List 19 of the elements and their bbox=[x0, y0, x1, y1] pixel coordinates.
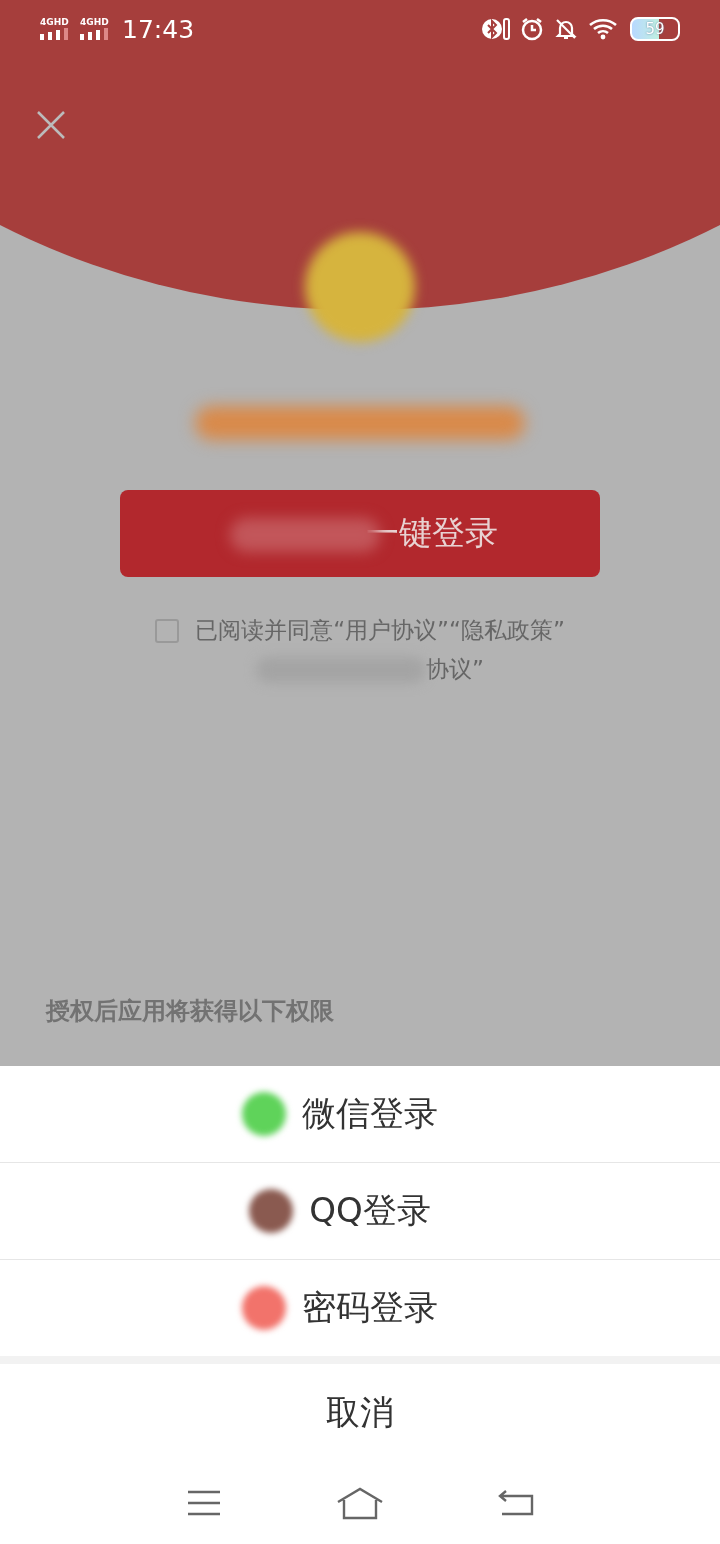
bluetooth-icon bbox=[482, 17, 510, 41]
back-icon[interactable] bbox=[497, 1487, 534, 1518]
signal-icon bbox=[40, 28, 70, 40]
agreement-text: 协议” bbox=[426, 655, 484, 684]
alarm-icon bbox=[520, 17, 544, 41]
close-icon[interactable] bbox=[36, 110, 66, 140]
one-click-login-button[interactable]: 一键登录 bbox=[120, 490, 600, 577]
signal-icon bbox=[80, 28, 110, 40]
agreement-text: 已阅读并同意“用户协议”“隐私政策” bbox=[195, 616, 565, 645]
clock-time: 17:43 bbox=[122, 14, 195, 44]
muted-bell-icon bbox=[554, 17, 578, 41]
network-label: 4GHD bbox=[40, 18, 69, 27]
network-label: 4GHD bbox=[80, 18, 109, 27]
permissions-title: 授权后应用将获得以下权限 bbox=[46, 996, 334, 1027]
login-option[interactable]: 微信登录 bbox=[0, 1066, 720, 1163]
agree-checkbox[interactable] bbox=[155, 618, 180, 643]
login-option[interactable]: 密码登录 bbox=[0, 1260, 720, 1356]
login-option[interactable]: QQ登录 bbox=[0, 1163, 720, 1260]
home-icon[interactable] bbox=[335, 1485, 385, 1520]
